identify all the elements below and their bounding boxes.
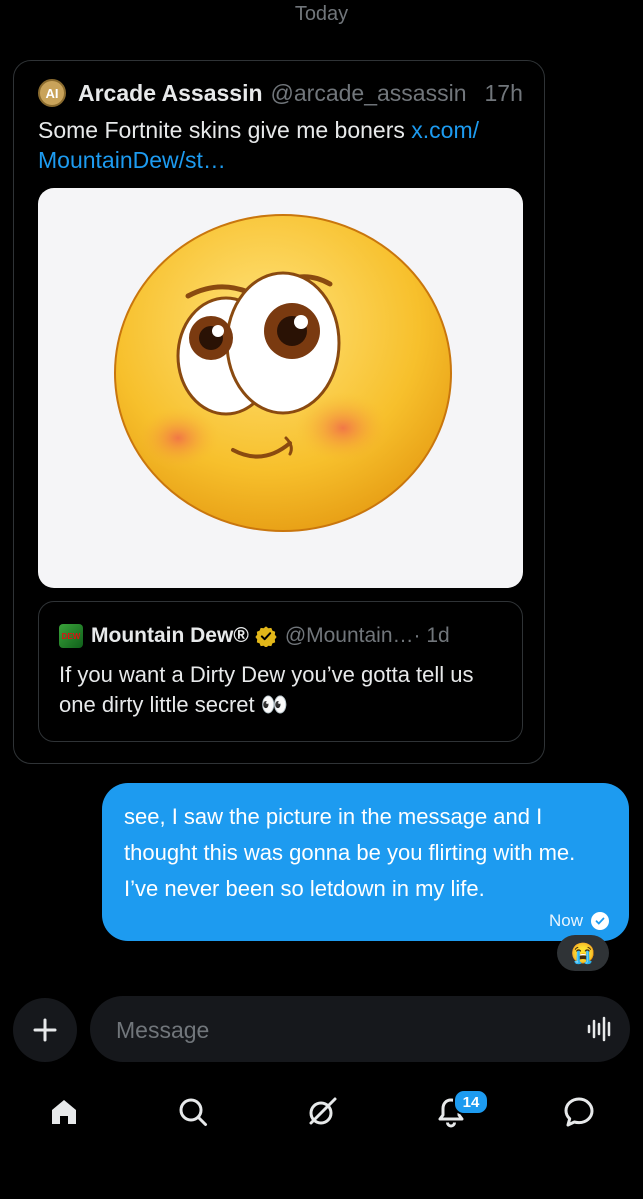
shared-tweet-card[interactable]: AI Arcade Assassin @arcade_assassin 17h …	[13, 60, 545, 764]
sent-message-bubble[interactable]: see, I saw the picture in the message an…	[102, 783, 629, 941]
quoted-tweet[interactable]: DEW Mountain Dew® @Mountain… · 1d If you…	[38, 601, 523, 742]
message-status: Now	[548, 911, 583, 930]
quote-text: If you want a Dirty Dew you’ve gotta tel…	[59, 662, 474, 717]
bottom-nav	[0, 1082, 643, 1142]
add-attachment-button[interactable]	[13, 998, 77, 1062]
quote-handle: @Mountain…	[284, 624, 414, 647]
nav-grok[interactable]	[304, 1094, 340, 1130]
nav-messages[interactable]	[561, 1094, 597, 1130]
quote-header: DEW Mountain Dew® @Mountain… · 1d	[59, 624, 450, 648]
home-icon	[52, 1100, 76, 1124]
read-check-icon	[591, 912, 609, 930]
quote-display-name: Mountain Dew®	[91, 624, 249, 647]
nav-search[interactable]	[175, 1094, 211, 1130]
message-text: see, I saw the picture in the message an…	[124, 804, 576, 901]
notifications-badge: 14	[453, 1089, 489, 1115]
message-reaction[interactable]: 😭	[557, 935, 609, 971]
date-label: Today	[294, 3, 349, 25]
verified-badge-icon	[255, 626, 277, 647]
tweet-header: AI Arcade Assassin @arcade_assassin 17h	[38, 79, 523, 107]
quote-time: · 1d	[413, 624, 450, 647]
mountain-dew-logo-icon: DEW	[59, 624, 83, 648]
message-input[interactable]	[114, 996, 558, 1064]
tweet-time: 17h	[484, 79, 523, 106]
voice-message-icon[interactable]	[586, 1016, 614, 1042]
nav-home[interactable]	[46, 1094, 82, 1130]
message-meta: Now	[549, 911, 609, 931]
tweet-text: Some Fortnite skins give me boners x.com…	[38, 115, 518, 175]
tweet-media-image[interactable]	[38, 188, 523, 588]
tweet-display-name[interactable]: Arcade Assassin	[78, 80, 263, 107]
shy-emoji-icon	[114, 214, 452, 532]
messages-icon	[564, 1097, 594, 1127]
search-icon	[179, 1098, 207, 1126]
avatar[interactable]: AI	[38, 79, 66, 107]
tweet-handle: @arcade_assassin	[270, 79, 467, 106]
tweet-body: Some Fortnite skins give me boners	[38, 117, 412, 143]
grok-icon	[309, 1097, 337, 1125]
plus-icon	[33, 1018, 57, 1042]
message-composer[interactable]	[90, 996, 630, 1064]
